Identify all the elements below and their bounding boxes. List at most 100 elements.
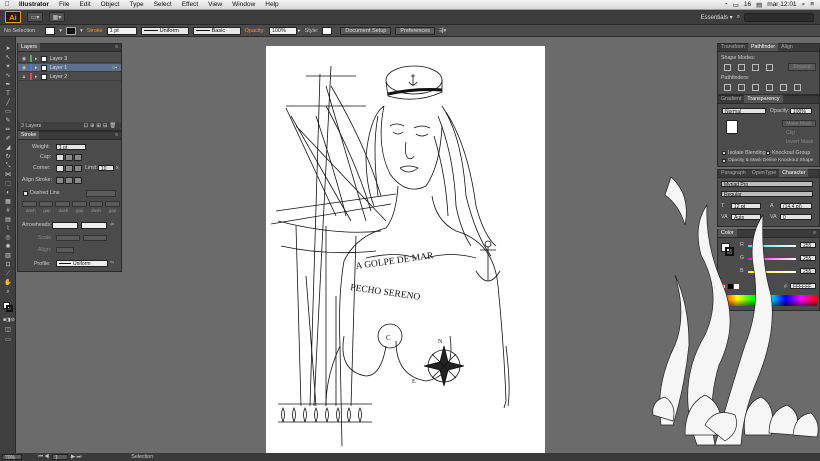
stroke-weight-field[interactable]: 1 pt bbox=[106, 26, 137, 35]
opacity-dropdown-icon[interactable]: ▸ bbox=[298, 28, 301, 34]
color-mode-icons[interactable]: ■◨⊘ bbox=[3, 316, 15, 324]
graphic-style-swatch[interactable] bbox=[322, 26, 333, 35]
panel-menu-icon[interactable]: ≡ bbox=[112, 131, 121, 139]
trim-icon[interactable] bbox=[738, 84, 745, 91]
blend-mode-select[interactable]: Normal bbox=[722, 108, 766, 115]
expand-triangle-icon[interactable]: ▸ bbox=[35, 56, 38, 62]
help-search-input[interactable] bbox=[744, 12, 814, 22]
screen-mode-icon[interactable]: ▭ bbox=[3, 336, 13, 344]
fill-swatch[interactable] bbox=[45, 26, 56, 35]
paintbrush-tool-icon[interactable]: ✎ bbox=[3, 117, 13, 125]
opacity-mask-checkbox[interactable] bbox=[722, 159, 726, 163]
opacity-field[interactable]: 100% bbox=[268, 26, 297, 35]
menu-effect[interactable]: Effect bbox=[177, 1, 204, 8]
workspace-switcher[interactable]: Essentials ▾ bbox=[701, 14, 733, 21]
stroke-swatch[interactable] bbox=[65, 26, 76, 35]
current-tool-status[interactable]: Selection bbox=[131, 454, 153, 460]
corner-bevel-icon[interactable] bbox=[74, 165, 82, 172]
cap-round-icon[interactable] bbox=[65, 154, 73, 161]
artboard[interactable]: A GOLPE DE MAR PECHO SERENO N E C bbox=[266, 46, 545, 453]
menu-object[interactable]: Object bbox=[96, 1, 125, 8]
cap-butt-icon[interactable] bbox=[56, 154, 64, 161]
stroke-color-icon[interactable] bbox=[6, 305, 13, 312]
artboard-number-field[interactable]: 1 bbox=[51, 454, 68, 461]
align-stroke-inside-icon[interactable] bbox=[65, 177, 73, 184]
layer-name[interactable]: Layer 2 bbox=[50, 74, 68, 80]
type-tool-icon[interactable]: T bbox=[3, 90, 13, 98]
zoom-level-field[interactable]: 70% bbox=[2, 454, 22, 461]
weight-field[interactable]: 1 pt bbox=[56, 144, 86, 151]
apple-icon[interactable]:  bbox=[0, 1, 14, 8]
rectangle-tool-icon[interactable]: ▭ bbox=[3, 108, 13, 116]
slice-tool-icon[interactable]: ⟋ bbox=[3, 270, 13, 278]
tab-stroke[interactable]: Stroke bbox=[18, 131, 40, 139]
gap-field[interactable] bbox=[38, 201, 54, 207]
layer-row[interactable]: ◉ ▸ Layer 1 ○▪ bbox=[18, 64, 121, 72]
artboard-tool-icon[interactable]: ⊡ bbox=[3, 261, 13, 269]
make-mask-button[interactable]: Make Mask bbox=[782, 120, 816, 127]
tab-transform[interactable]: Transform bbox=[718, 43, 748, 51]
intersect-icon[interactable] bbox=[752, 64, 759, 71]
arrow-scale-start-field[interactable] bbox=[56, 235, 80, 241]
opacity-link[interactable]: Opacity: bbox=[245, 28, 265, 34]
perspective-grid-tool-icon[interactable]: ▦ bbox=[3, 198, 13, 206]
crop-icon[interactable] bbox=[766, 84, 773, 91]
shape-builder-tool-icon[interactable]: ◐ bbox=[3, 189, 13, 197]
gradient-tool-icon[interactable]: ▤ bbox=[3, 216, 13, 224]
menu-file[interactable]: File bbox=[54, 1, 74, 8]
column-graph-tool-icon[interactable]: ▥ bbox=[3, 252, 13, 260]
corner-round-icon[interactable] bbox=[65, 165, 73, 172]
fill-dropdown-icon[interactable]: ▾ bbox=[59, 28, 62, 34]
tab-transparency[interactable]: Transparency bbox=[744, 95, 783, 103]
clock[interactable]: mar 12:01 bbox=[767, 1, 796, 8]
selection-tool-icon[interactable]: ➤ bbox=[3, 45, 13, 53]
gap-field[interactable] bbox=[72, 201, 87, 207]
layer-row[interactable]: 🔒︎ ▸ Layer 2 bbox=[18, 73, 121, 81]
arrowhead-end-select[interactable] bbox=[81, 222, 107, 229]
merge-icon[interactable] bbox=[752, 84, 759, 91]
gap-field[interactable] bbox=[105, 201, 121, 207]
blend-tool-icon[interactable]: ◎ bbox=[3, 234, 13, 242]
arrow-scale-end-field[interactable] bbox=[83, 235, 107, 241]
stroke-dropdown-icon[interactable]: ▾ bbox=[80, 28, 83, 34]
dash-preset-icons[interactable] bbox=[86, 190, 116, 197]
unite-icon[interactable] bbox=[724, 64, 731, 71]
menu-app-name[interactable]: Illustrator bbox=[14, 1, 54, 8]
menu-window[interactable]: Window bbox=[227, 1, 260, 8]
divide-icon[interactable] bbox=[724, 84, 731, 91]
corner-miter-icon[interactable] bbox=[56, 165, 64, 172]
pen-tool-icon[interactable]: ✒ bbox=[3, 81, 13, 89]
align-stroke-center-icon[interactable] bbox=[56, 177, 64, 184]
document-setup-button[interactable]: Document Setup bbox=[340, 26, 392, 35]
spotlight-icon[interactable]: ⌕ bbox=[802, 1, 806, 9]
pencil-tool-icon[interactable]: ✏ bbox=[3, 126, 13, 134]
preferences-button[interactable]: Preferences bbox=[395, 26, 435, 35]
minus-back-icon[interactable] bbox=[794, 84, 801, 91]
arrowhead-start-select[interactable] bbox=[52, 222, 78, 229]
stroke-link[interactable]: Stroke bbox=[87, 28, 103, 34]
wifi-icon[interactable]: ◔ bbox=[724, 1, 728, 8]
panel-menu-icon[interactable]: ≡ bbox=[112, 43, 121, 51]
battery-icon[interactable]: ▭ bbox=[733, 1, 739, 9]
align-stroke-outside-icon[interactable] bbox=[74, 177, 82, 184]
arrow-align-icons[interactable] bbox=[56, 247, 74, 253]
isolate-blending-checkbox[interactable] bbox=[722, 151, 726, 155]
scale-tool-icon[interactable]: ⤡ bbox=[3, 162, 13, 170]
tab-pathfinder[interactable]: Pathfinder bbox=[747, 43, 779, 51]
menu-select[interactable]: Select bbox=[149, 1, 177, 8]
blob-brush-tool-icon[interactable]: ✐ bbox=[3, 135, 13, 143]
artboard-nav-prev-icon[interactable]: ⏮ ◀ bbox=[38, 454, 49, 461]
tab-align[interactable]: Align bbox=[778, 43, 796, 51]
layer-row[interactable]: ◉ ▸ Layer 3 bbox=[18, 55, 121, 63]
lasso-tool-icon[interactable]: ∿ bbox=[3, 72, 13, 80]
limit-field[interactable]: 10 bbox=[98, 165, 114, 172]
width-tool-icon[interactable]: ⋈ bbox=[3, 171, 13, 179]
arrange-documents-button[interactable]: ▦▾ bbox=[49, 12, 65, 22]
arrange-icon[interactable]: ⇶▾ bbox=[439, 28, 446, 34]
cap-square-icon[interactable] bbox=[74, 154, 82, 161]
hand-tool-icon[interactable]: ✋ bbox=[3, 279, 13, 287]
tab-layers[interactable]: Layers bbox=[18, 43, 40, 51]
expand-button[interactable]: Expand bbox=[788, 63, 816, 71]
rotate-tool-icon[interactable]: ↻ bbox=[3, 153, 13, 161]
lock-icon[interactable]: 🔒︎ bbox=[21, 74, 27, 80]
